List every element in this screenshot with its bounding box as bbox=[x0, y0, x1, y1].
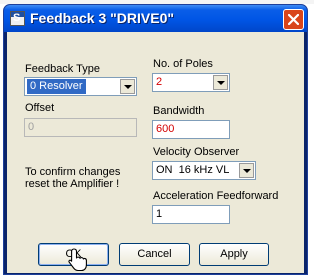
feedback-type-value: 0 Resolver bbox=[27, 79, 86, 94]
mouse-pointer-icon bbox=[68, 248, 87, 272]
chevron-down-icon[interactable] bbox=[213, 75, 228, 90]
velocity-observer-label: Velocity Observer bbox=[153, 146, 240, 158]
poles-select[interactable]: 2 bbox=[152, 73, 230, 92]
bandwidth-label: Bandwidth bbox=[153, 105, 205, 117]
poles-value: 2 bbox=[156, 76, 163, 88]
velocity-observer-value: ON 16 kHz VL bbox=[156, 164, 230, 176]
confirm-note-line2: reset the Amplifier ! bbox=[25, 178, 120, 190]
dialog-client-area: Feedback Type 0 Resolver No. of Poles 2 … bbox=[7, 32, 304, 273]
window-title: Feedback 3 "DRIVE0" bbox=[30, 10, 174, 26]
accel-feedforward-label: Acceleration Feedforward bbox=[153, 190, 279, 202]
dialog-window: S Feedback 3 "DRIVE0" Feedback Type 0 Re… bbox=[3, 4, 308, 275]
cancel-button[interactable]: Cancel bbox=[119, 243, 190, 266]
poles-label: No. of Poles bbox=[153, 58, 213, 70]
apply-button[interactable]: Apply bbox=[199, 243, 269, 266]
chevron-down-icon[interactable] bbox=[120, 79, 135, 94]
velocity-observer-select[interactable]: ON 16 kHz VL bbox=[152, 161, 256, 180]
confirm-note-line1: To confirm changes bbox=[25, 166, 121, 178]
chevron-down-icon[interactable] bbox=[239, 163, 254, 178]
bandwidth-field[interactable]: 600 bbox=[152, 120, 230, 139]
app-icon[interactable]: S bbox=[10, 11, 25, 26]
close-icon bbox=[288, 14, 299, 25]
feedback-type-label: Feedback Type bbox=[25, 63, 101, 75]
feedback-type-select[interactable]: 0 Resolver bbox=[24, 77, 137, 96]
close-button[interactable] bbox=[283, 9, 304, 30]
offset-field: 0 bbox=[24, 118, 137, 137]
title-bar[interactable]: S Feedback 3 "DRIVE0" bbox=[4, 5, 307, 32]
accel-feedforward-field[interactable]: 1 bbox=[152, 205, 230, 224]
offset-label: Offset bbox=[25, 102, 55, 114]
